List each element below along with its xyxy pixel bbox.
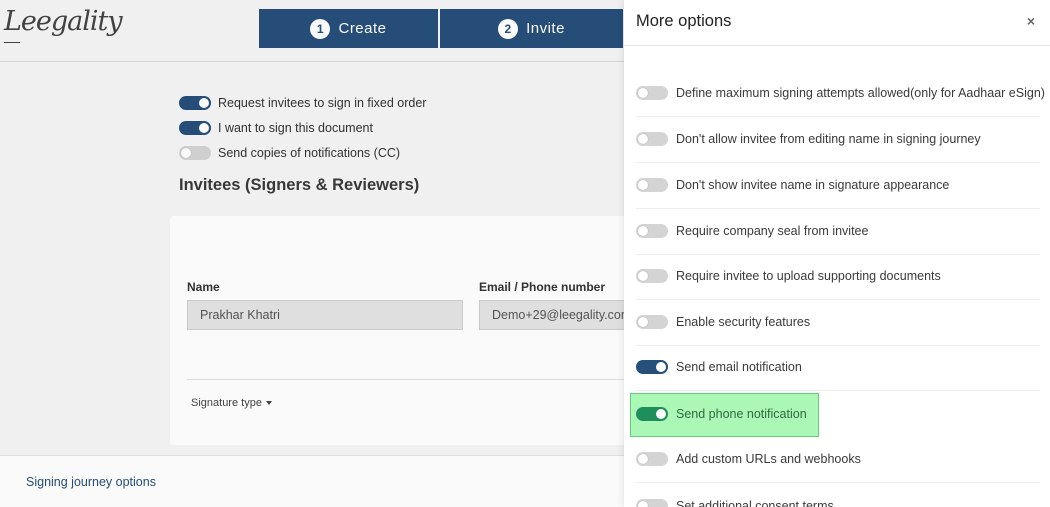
option-consent-terms: Set additional consent terms (636, 483, 1040, 507)
toggle-knob (638, 317, 648, 328)
option-label: Don't allow invitee from editing name in… (676, 132, 981, 147)
option-company-seal: Require company seal from invitee (636, 209, 1040, 255)
option-label: Add custom URLs and webhooks (676, 452, 861, 467)
toggle-knob (638, 180, 648, 191)
option-label: Enable security features (676, 315, 811, 330)
option-label: Don't show invitee name in signature app… (676, 178, 950, 193)
option-label: Require invitee to upload supporting doc… (676, 269, 941, 284)
supporting-documents-toggle[interactable] (636, 269, 668, 284)
toggle-knob (638, 88, 648, 99)
drawer-title: More options (636, 12, 732, 30)
security-features-toggle[interactable] (636, 315, 668, 330)
toggle-knob (638, 500, 648, 507)
option-max-signing-attempts: Define maximum signing attempts allowed(… (636, 71, 1045, 117)
option-no-name-edit: Don't allow invitee from editing name in… (636, 117, 1040, 163)
option-security-features: Enable security features (636, 300, 1040, 346)
phone-notification-toggle[interactable] (636, 407, 668, 422)
toggle-knob (638, 226, 648, 237)
option-hide-invitee-name: Don't show invitee name in signature app… (636, 163, 1040, 209)
company-seal-toggle[interactable] (636, 224, 668, 239)
toggle-knob (656, 409, 666, 420)
toggle-knob (656, 362, 666, 373)
consent-terms-toggle[interactable] (636, 498, 668, 507)
toggle-knob (638, 271, 648, 282)
hide-invitee-name-toggle[interactable] (636, 178, 668, 193)
toggle-knob (638, 134, 648, 145)
option-label: Send phone notification (676, 407, 807, 422)
option-label: Require company seal from invitee (676, 224, 869, 239)
option-custom-urls-webhooks: Add custom URLs and webhooks (636, 437, 1040, 483)
email-notification-toggle[interactable] (636, 360, 668, 375)
option-email-notification: Send email notification (636, 345, 1040, 391)
option-supporting-documents: Require invitee to upload supporting doc… (636, 254, 1040, 300)
option-label: Send email notification (676, 360, 802, 375)
option-label: Define maximum signing attempts allowed(… (676, 86, 1045, 101)
close-icon[interactable]: × (1024, 14, 1038, 28)
max-signing-attempts-toggle[interactable] (636, 86, 668, 101)
option-label: Set additional consent terms (676, 498, 834, 507)
option-phone-notification: Send phone notification (636, 392, 1040, 438)
custom-urls-webhooks-toggle[interactable] (636, 452, 668, 467)
no-name-edit-toggle[interactable] (636, 132, 668, 147)
drawer-header: More options × (624, 0, 1050, 46)
toggle-knob (638, 454, 648, 465)
